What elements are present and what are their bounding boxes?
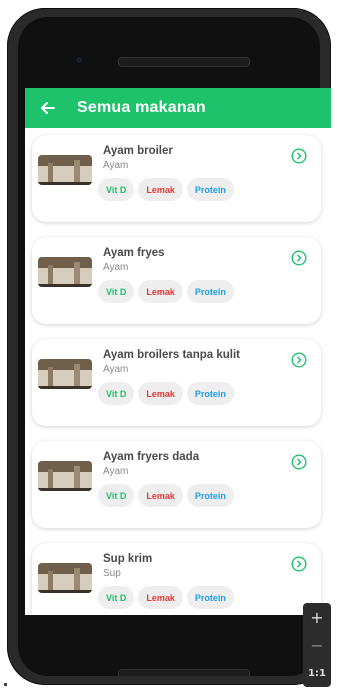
- nutrient-tags: Vit D Lemak Protein: [98, 280, 234, 303]
- tag-lemak: Lemak: [138, 280, 183, 303]
- food-card[interactable]: Ayam fryers dada Ayam Vit D Lemak Protein: [32, 441, 321, 528]
- tag-vitd: Vit D: [98, 280, 135, 303]
- app-bar: Semua makanan: [25, 88, 331, 128]
- chevron-right-circle-icon[interactable]: [291, 556, 307, 572]
- food-category: Ayam: [103, 262, 129, 273]
- corner-marker: [4, 683, 7, 686]
- food-thumbnail: [38, 155, 92, 185]
- food-category: Sup: [103, 568, 121, 579]
- chevron-right-circle-icon[interactable]: [291, 454, 307, 470]
- zoom-reset-button[interactable]: 1:1: [303, 659, 331, 687]
- nutrient-tags: Vit D Lemak Protein: [98, 586, 234, 609]
- zoom-in-button[interactable]: +: [303, 603, 331, 631]
- food-card[interactable]: Sup krim Sup Vit D Lemak Protein: [32, 543, 321, 615]
- food-thumbnail: [38, 461, 92, 491]
- food-card[interactable]: Ayam fryes Ayam Vit D Lemak Protein: [32, 237, 321, 324]
- nutrient-tags: Vit D Lemak Protein: [98, 178, 234, 201]
- food-category: Ayam: [103, 364, 129, 375]
- food-name: Ayam broiler: [103, 145, 173, 157]
- food-category: Ayam: [103, 466, 129, 477]
- zoom-controls: + − 1:1: [303, 603, 331, 687]
- chevron-right-circle-icon[interactable]: [291, 250, 307, 266]
- food-thumbnail: [38, 563, 92, 593]
- tag-vitd: Vit D: [98, 586, 135, 609]
- tag-vitd: Vit D: [98, 484, 135, 507]
- tag-vitd: Vit D: [98, 382, 135, 405]
- tag-protein: Protein: [186, 586, 234, 609]
- tag-lemak: Lemak: [138, 178, 183, 201]
- food-name: Sup krim: [103, 553, 153, 565]
- food-name: Ayam broilers tanpa kulit: [103, 349, 240, 361]
- food-card[interactable]: Ayam broilers tanpa kulit Ayam Vit D Lemak P…: [32, 339, 321, 426]
- app-screen: Semua makanan Ayam broiler Ayam Vit D Lemak…: [25, 88, 331, 615]
- top-speaker: [118, 57, 250, 67]
- tag-protein: Protein: [186, 178, 234, 201]
- tag-protein: Protein: [186, 280, 234, 303]
- tag-protein: Protein: [186, 484, 234, 507]
- arrow-left-icon: [41, 102, 55, 114]
- chevron-right-circle-icon[interactable]: [291, 352, 307, 368]
- tag-lemak: Lemak: [138, 382, 183, 405]
- chevron-right-circle-icon[interactable]: [291, 148, 307, 164]
- zoom-out-button[interactable]: −: [303, 631, 331, 659]
- back-button[interactable]: [39, 99, 57, 117]
- tag-lemak: Lemak: [138, 586, 183, 609]
- bottom-speaker: [118, 669, 250, 676]
- food-name: Ayam fryes: [103, 247, 165, 259]
- tag-lemak: Lemak: [138, 484, 183, 507]
- page-title: Semua makanan: [77, 99, 206, 116]
- food-list: Ayam broiler Ayam Vit D Lemak Protein Ayam fr…: [32, 135, 321, 615]
- nutrient-tags: Vit D Lemak Protein: [98, 484, 234, 507]
- food-name: Ayam fryers dada: [103, 451, 200, 463]
- nutrient-tags: Vit D Lemak Protein: [98, 382, 234, 405]
- tag-vitd: Vit D: [98, 178, 135, 201]
- front-camera: [74, 55, 84, 65]
- food-thumbnail: [38, 359, 92, 389]
- tag-protein: Protein: [186, 382, 234, 405]
- food-category: Ayam: [103, 160, 129, 171]
- food-thumbnail: [38, 257, 92, 287]
- food-card[interactable]: Ayam broiler Ayam Vit D Lemak Protein: [32, 135, 321, 222]
